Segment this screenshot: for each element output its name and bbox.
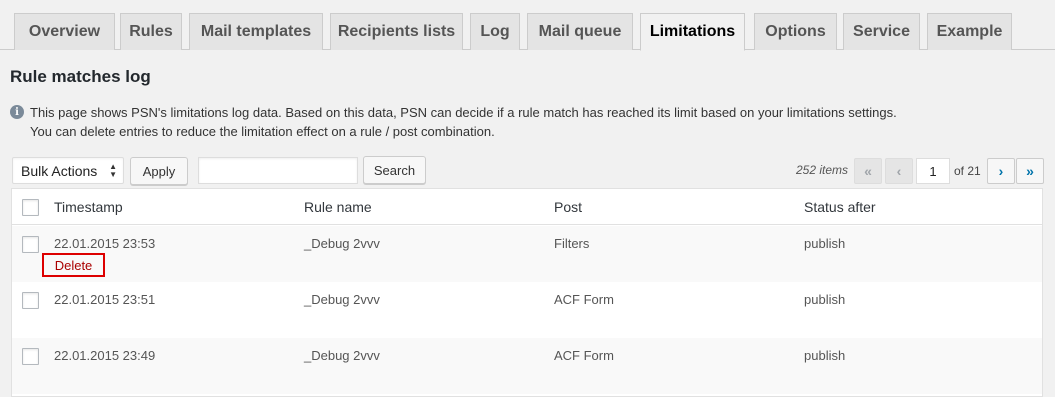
first-page-button[interactable]: « [854,158,882,184]
search-button[interactable]: Search [363,156,426,184]
search-input[interactable] [198,157,358,184]
select-arrows-icon: ▲ ▼ [109,162,117,179]
row-rule-name: _Debug 2vvv [304,236,380,251]
tab-options[interactable]: Options [754,13,837,50]
row-post: ACF Form [554,348,614,363]
info-text-line-2: You can delete entries to reduce the lim… [30,124,495,139]
row-checkbox[interactable] [22,292,39,309]
tab-mail-templates[interactable]: Mail templates [189,13,323,50]
row-rule-name: _Debug 2vvv [304,292,380,307]
tab-service[interactable]: Service [843,13,920,50]
nav-tabs: Overview Rules Mail templates Recipients… [0,0,1055,51]
last-page-button[interactable]: » [1016,158,1044,184]
row-status: publish [804,292,846,307]
bulk-actions-label: Bulk Actions [21,162,98,179]
row-timestamp: 22.01.2015 23:49 [54,348,156,363]
tab-overview[interactable]: Overview [14,13,115,50]
row-timestamp: 22.01.2015 23:51 [54,292,156,307]
tab-recipients-lists[interactable]: Recipients lists [330,13,463,50]
items-count: 252 items [795,163,848,177]
row-status: publish [804,236,846,251]
log-table: Timestamp Rule name Post Status after 22… [11,188,1043,397]
tab-rules[interactable]: Rules [120,13,182,50]
row-timestamp: 22.01.2015 23:53 [54,236,156,251]
column-status-after[interactable]: Status after [804,199,876,215]
row-checkbox[interactable] [22,236,39,253]
current-page-input[interactable]: 1 [916,158,950,184]
tab-log[interactable]: Log [470,13,520,50]
row-checkbox[interactable] [22,348,39,365]
row-post: ACF Form [554,292,614,307]
total-pages: of 21 [954,164,981,178]
tab-limitations[interactable]: Limitations [640,13,745,51]
table-row: 22.01.2015 23:51 _Debug 2vvv ACF Form pu… [12,282,1042,338]
table-header: Timestamp Rule name Post Status after [12,189,1042,225]
table-row: 22.01.2015 23:53 _Debug 2vvv Filters pub… [12,226,1042,282]
next-page-button[interactable]: › [987,158,1015,184]
column-post[interactable]: Post [554,199,582,215]
info-text-line-1: This page shows PSN's limitations log da… [30,105,897,120]
row-rule-name: _Debug 2vvv [304,348,380,363]
bulk-actions-select[interactable]: Bulk Actions ▲ ▼ [12,157,124,184]
row-post: Filters [554,236,590,251]
page-title: Rule matches log [10,67,151,86]
apply-button[interactable]: Apply [130,157,188,185]
table-row: 22.01.2015 23:49 _Debug 2vvv ACF Form pu… [12,338,1042,394]
tab-example[interactable]: Example [927,13,1012,50]
select-all-checkbox[interactable] [22,199,39,216]
delete-link[interactable]: Delete [42,253,105,277]
column-timestamp[interactable]: Timestamp [54,199,123,215]
info-icon: i [10,105,24,119]
row-status: publish [804,348,846,363]
tab-mail-queue[interactable]: Mail queue [527,13,633,50]
prev-page-button[interactable]: ‹ [885,158,913,184]
column-rule-name[interactable]: Rule name [304,199,372,215]
